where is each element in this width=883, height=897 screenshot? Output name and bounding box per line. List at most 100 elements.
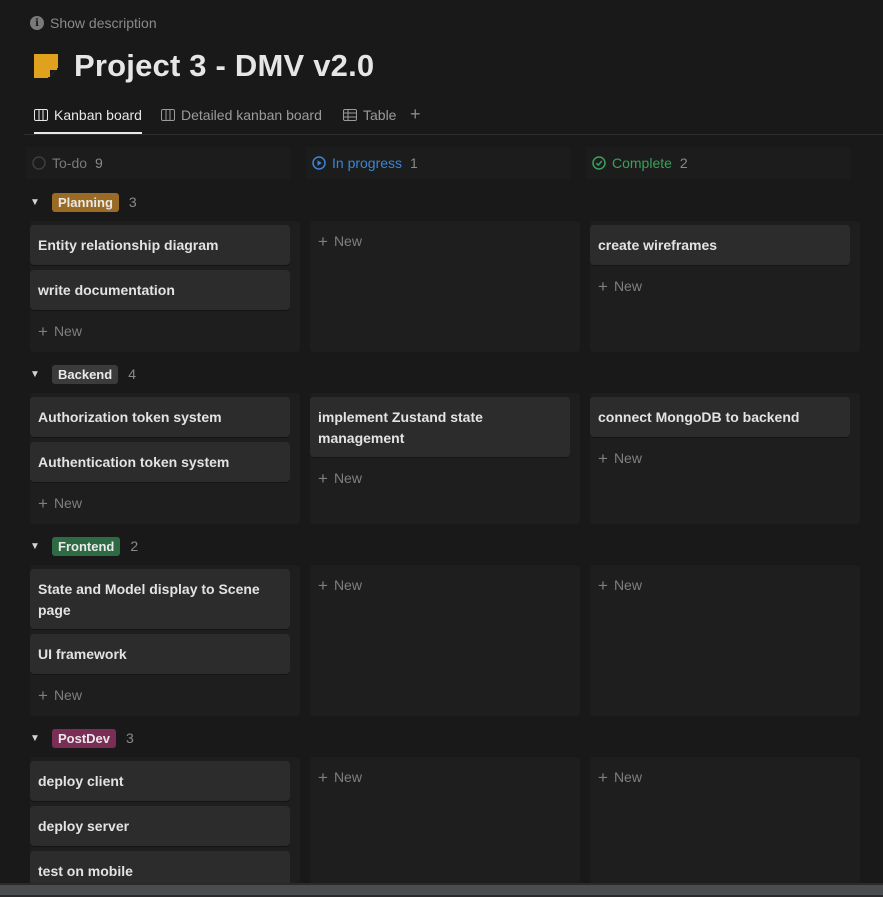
new-label: New — [333, 233, 362, 249]
check-circle-icon — [592, 156, 606, 170]
cell-planning-todo: Entity relationship diagram write docume… — [30, 221, 300, 352]
page-header: Project 3 - DMV v2.0 — [32, 44, 374, 88]
new-card-button[interactable]: + New — [318, 231, 362, 251]
new-label: New — [53, 687, 82, 703]
card[interactable]: Authorization token system — [30, 397, 290, 437]
new-card-button[interactable]: + New — [598, 767, 642, 787]
tab-label: Kanban board — [54, 107, 142, 123]
plus-icon: + — [318, 767, 328, 787]
page-title: Project 3 - DMV v2.0 — [74, 48, 375, 83]
plus-icon: + — [38, 685, 48, 705]
cell-postdev-todo: deploy client deploy server test on mobi… — [30, 757, 300, 891]
new-label: New — [333, 769, 362, 785]
card[interactable]: connect MongoDB to backend — [590, 397, 850, 437]
cell-postdev-complete: + New — [590, 757, 860, 883]
cell-frontend-in-progress: + New — [310, 565, 580, 716]
group-tag: Backend — [52, 364, 119, 384]
new-card-button[interactable]: + New — [38, 685, 82, 705]
column-header-in-progress[interactable]: In progress 1 — [306, 147, 570, 179]
tab-detailed-kanban-board[interactable]: Detailed kanban board — [161, 98, 322, 132]
group-count: 4 — [128, 366, 136, 382]
group-header-postdev[interactable]: ▼ PostDev 3 — [30, 726, 134, 750]
column-label: In progress — [332, 155, 403, 171]
card[interactable]: UI framework — [30, 634, 290, 674]
table-icon — [343, 109, 357, 121]
column-label: To-do — [52, 155, 88, 171]
card[interactable]: Authentication token system — [30, 442, 290, 482]
column-count: 2 — [679, 155, 688, 171]
group-count: 2 — [130, 538, 139, 554]
new-label: New — [53, 323, 82, 339]
show-description-toggle[interactable]: i Show description — [30, 14, 157, 32]
board-icon — [34, 109, 48, 121]
new-label: New — [333, 470, 362, 486]
board-icon — [161, 109, 175, 121]
info-icon: i — [30, 16, 44, 30]
group-count: 3 — [128, 194, 137, 210]
tab-table[interactable]: Table — [343, 98, 396, 132]
show-description-label: Show description — [50, 15, 157, 31]
group-tag: Planning — [52, 192, 119, 212]
collapse-triangle-icon[interactable]: ▼ — [30, 369, 42, 380]
tab-label: Table — [363, 107, 397, 123]
new-card-button[interactable]: + New — [598, 575, 642, 595]
collapse-triangle-icon[interactable]: ▼ — [30, 197, 42, 208]
new-card-button[interactable]: + New — [598, 276, 642, 296]
group-tag: Frontend — [52, 536, 121, 556]
group-tag: PostDev — [52, 728, 117, 748]
column-count: 9 — [95, 155, 103, 171]
group-header-backend[interactable]: ▼ Backend 4 — [30, 362, 136, 386]
view-tabs: Kanban board Detailed kanban board Table… — [24, 98, 883, 135]
column-count: 1 — [410, 155, 418, 171]
plus-icon: + — [318, 468, 328, 488]
circle-outline-icon — [32, 156, 46, 170]
card[interactable]: implement Zustand state management — [310, 397, 570, 457]
card[interactable]: create wireframes — [590, 225, 850, 265]
new-card-button[interactable]: + New — [38, 321, 82, 341]
group-count: 3 — [126, 730, 134, 746]
horizontal-scrollbar[interactable] — [0, 883, 883, 897]
scrollbar-thumb[interactable] — [0, 885, 883, 895]
group-header-planning[interactable]: ▼ Planning 3 — [30, 190, 137, 214]
group-header-frontend[interactable]: ▼ Frontend 2 — [30, 534, 138, 558]
tab-kanban-board[interactable]: Kanban board — [34, 98, 142, 134]
cell-frontend-todo: State and Model display to Scene page UI… — [30, 565, 300, 716]
cell-backend-todo: Authorization token system Authenticatio… — [30, 393, 300, 524]
card[interactable]: Entity relationship diagram — [30, 225, 290, 265]
cell-frontend-complete: + New — [590, 565, 860, 716]
cell-backend-in-progress: implement Zustand state management + New — [310, 393, 580, 524]
new-label: New — [333, 577, 362, 593]
new-label: New — [613, 450, 642, 466]
plus-icon: + — [598, 448, 608, 468]
plus-icon: + — [38, 321, 48, 341]
cell-postdev-in-progress: + New — [310, 757, 580, 883]
card[interactable]: deploy client — [30, 761, 290, 801]
new-card-button[interactable]: + New — [598, 448, 642, 468]
new-label: New — [613, 278, 642, 294]
card[interactable]: deploy server — [30, 806, 290, 846]
card[interactable]: write documentation — [30, 270, 290, 310]
plus-icon: + — [598, 767, 608, 787]
column-header-todo[interactable]: To-do 9 — [26, 147, 290, 179]
page-icon[interactable] — [32, 52, 60, 80]
new-card-button[interactable]: + New — [318, 767, 362, 787]
play-circle-icon — [312, 156, 326, 170]
plus-icon: + — [598, 575, 608, 595]
cell-backend-complete: connect MongoDB to backend + New — [590, 393, 860, 524]
new-label: New — [613, 769, 642, 785]
cell-planning-in-progress: + New — [310, 221, 580, 352]
tab-label: Detailed kanban board — [181, 107, 322, 123]
plus-icon: + — [598, 276, 608, 296]
new-label: New — [613, 577, 642, 593]
plus-icon: + — [318, 575, 328, 595]
card[interactable]: State and Model display to Scene page — [30, 569, 290, 629]
new-card-button[interactable]: + New — [318, 575, 362, 595]
new-card-button[interactable]: + New — [38, 493, 82, 513]
new-card-button[interactable]: + New — [318, 468, 362, 488]
add-view-icon[interactable]: + — [410, 104, 421, 124]
new-label: New — [53, 495, 82, 511]
plus-icon: + — [318, 231, 328, 251]
collapse-triangle-icon[interactable]: ▼ — [30, 733, 42, 744]
column-header-complete[interactable]: Complete 2 — [586, 147, 850, 179]
collapse-triangle-icon[interactable]: ▼ — [30, 541, 42, 552]
